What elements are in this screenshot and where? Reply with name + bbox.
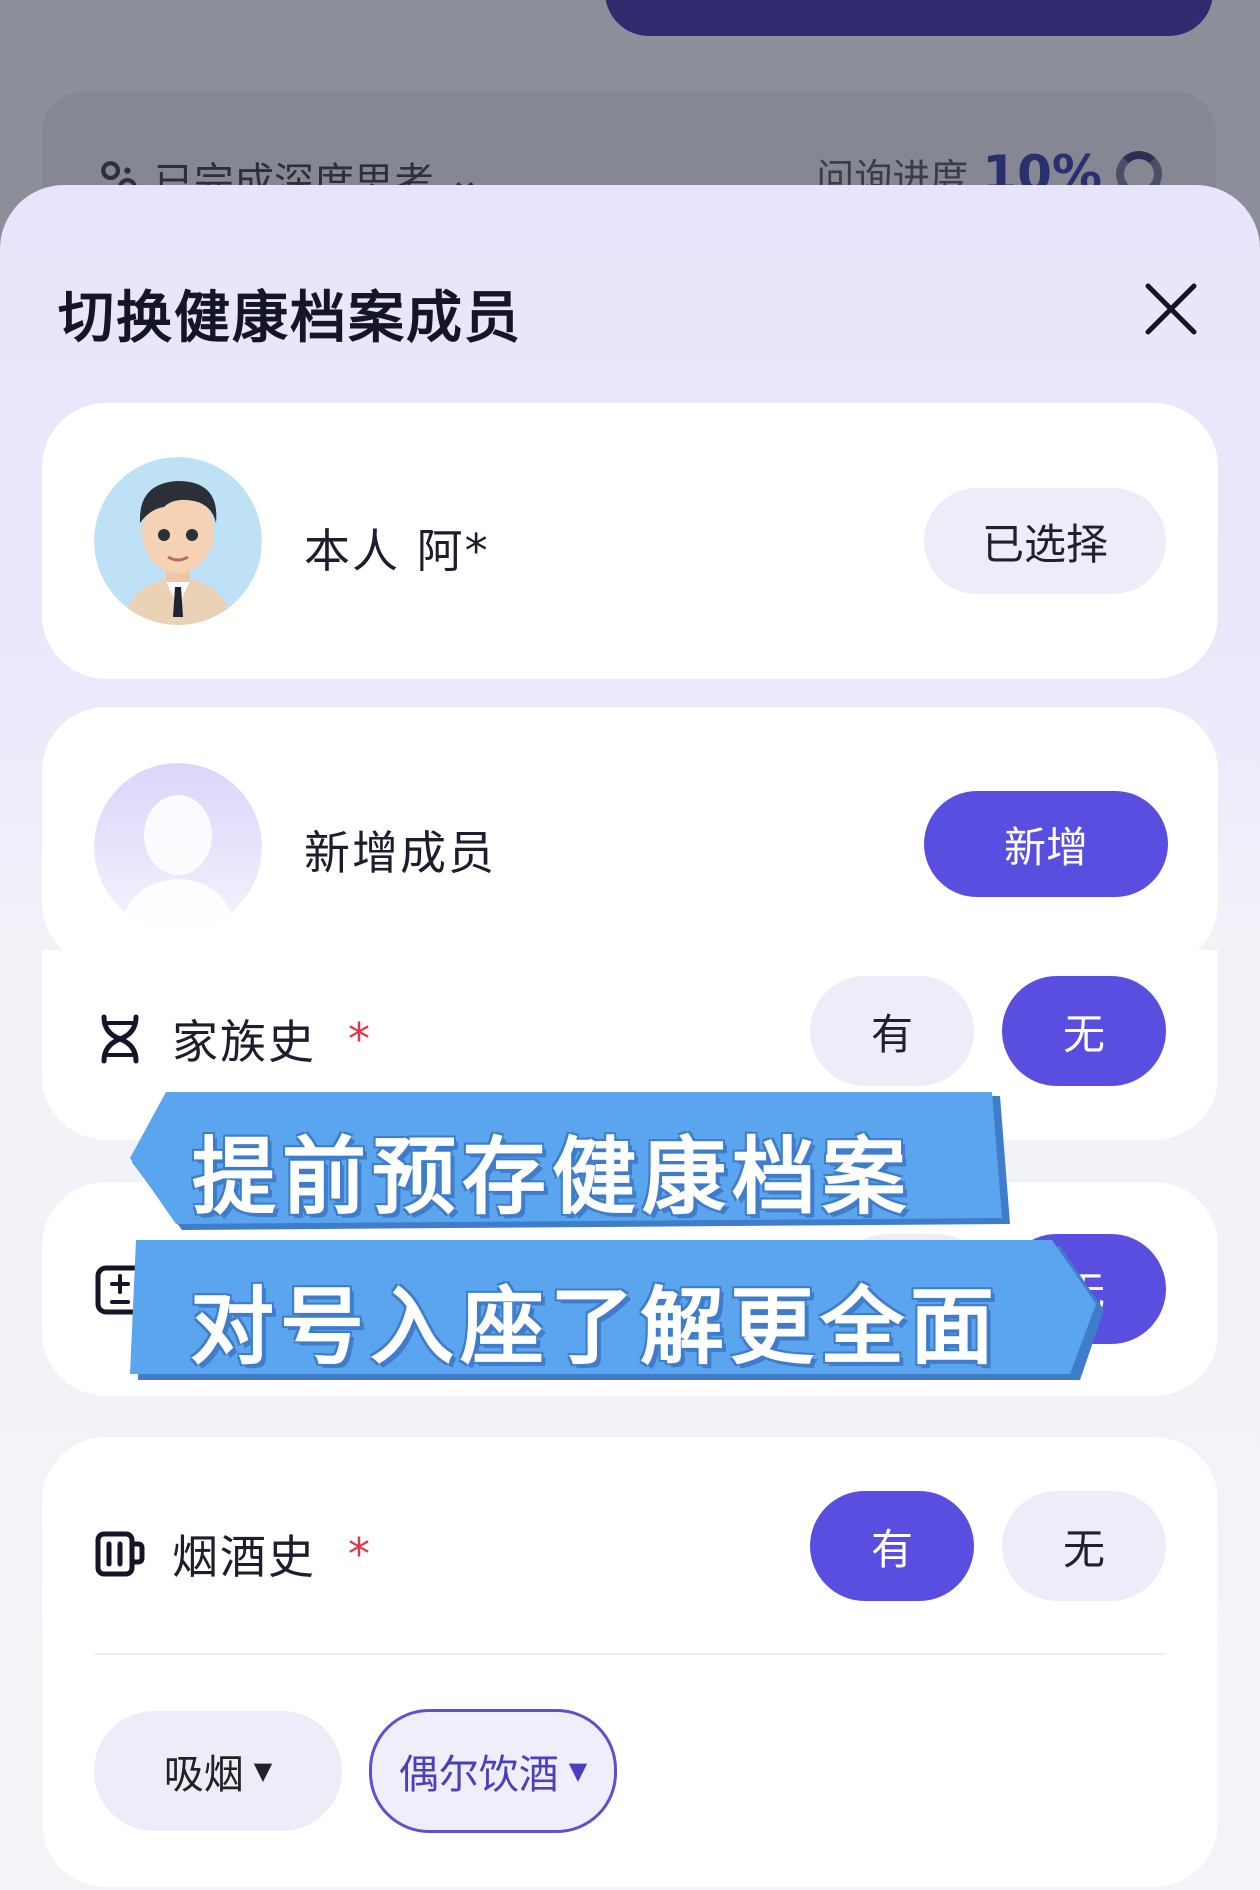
smoke-drink-card: 烟酒史 * 有 无 吸烟 ▼ 偶尔饮酒 ▼ [42,1437,1218,1887]
member-name: 本人 阿* [304,524,490,578]
divider [94,1653,1166,1655]
smoke-drink-text: 烟酒史 [172,1530,316,1584]
promo-banner-2: 对号入座了解更全面 [130,1240,1110,1382]
member-card-self[interactable]: 本人 阿* 已选择 [42,403,1218,679]
member-name: 新增成员 [304,826,496,880]
required-mark: * [348,1528,372,1580]
drinking-chip[interactable]: 偶尔饮酒 ▼ [369,1709,617,1833]
background-primary-button [605,0,1213,36]
family-history-no[interactable]: 无 [1002,976,1166,1086]
cup-icon [95,1531,145,1577]
avatar [94,457,262,625]
selected-button[interactable]: 已选择 [924,488,1166,594]
drinking-chip-label: 偶尔饮酒 [398,1752,559,1798]
family-history-yes[interactable]: 有 [810,976,974,1086]
family-history-label: 家族史 * [94,1006,372,1072]
avatar-placeholder [94,763,262,931]
member-card-add[interactable]: 新增成员 新增 [42,707,1218,967]
add-member-button[interactable]: 新增 [924,791,1168,897]
smoking-chip[interactable]: 吸烟 ▼ [94,1711,342,1831]
caret-down-icon: ▼ [253,1757,273,1785]
family-history-text: 家族史 [172,1015,316,1069]
smoke-drink-yes[interactable]: 有 [810,1491,974,1601]
promo-banner-1: 提前预存健康档案 [130,1092,1010,1234]
dna-icon [101,1014,139,1064]
close-icon[interactable] [1142,280,1200,338]
required-mark: * [348,1013,372,1065]
smoke-drink-no[interactable]: 无 [1002,1491,1166,1601]
smoking-chip-label: 吸烟 [163,1752,244,1798]
sheet-title: 切换健康档案成员 [58,286,522,351]
promo-line-1: 提前预存健康档案 [192,1128,913,1226]
promo-line-2: 对号入座了解更全面 [190,1278,1001,1376]
smoke-drink-label: 烟酒史 * [94,1521,372,1587]
caret-down-icon: ▼ [568,1757,588,1785]
